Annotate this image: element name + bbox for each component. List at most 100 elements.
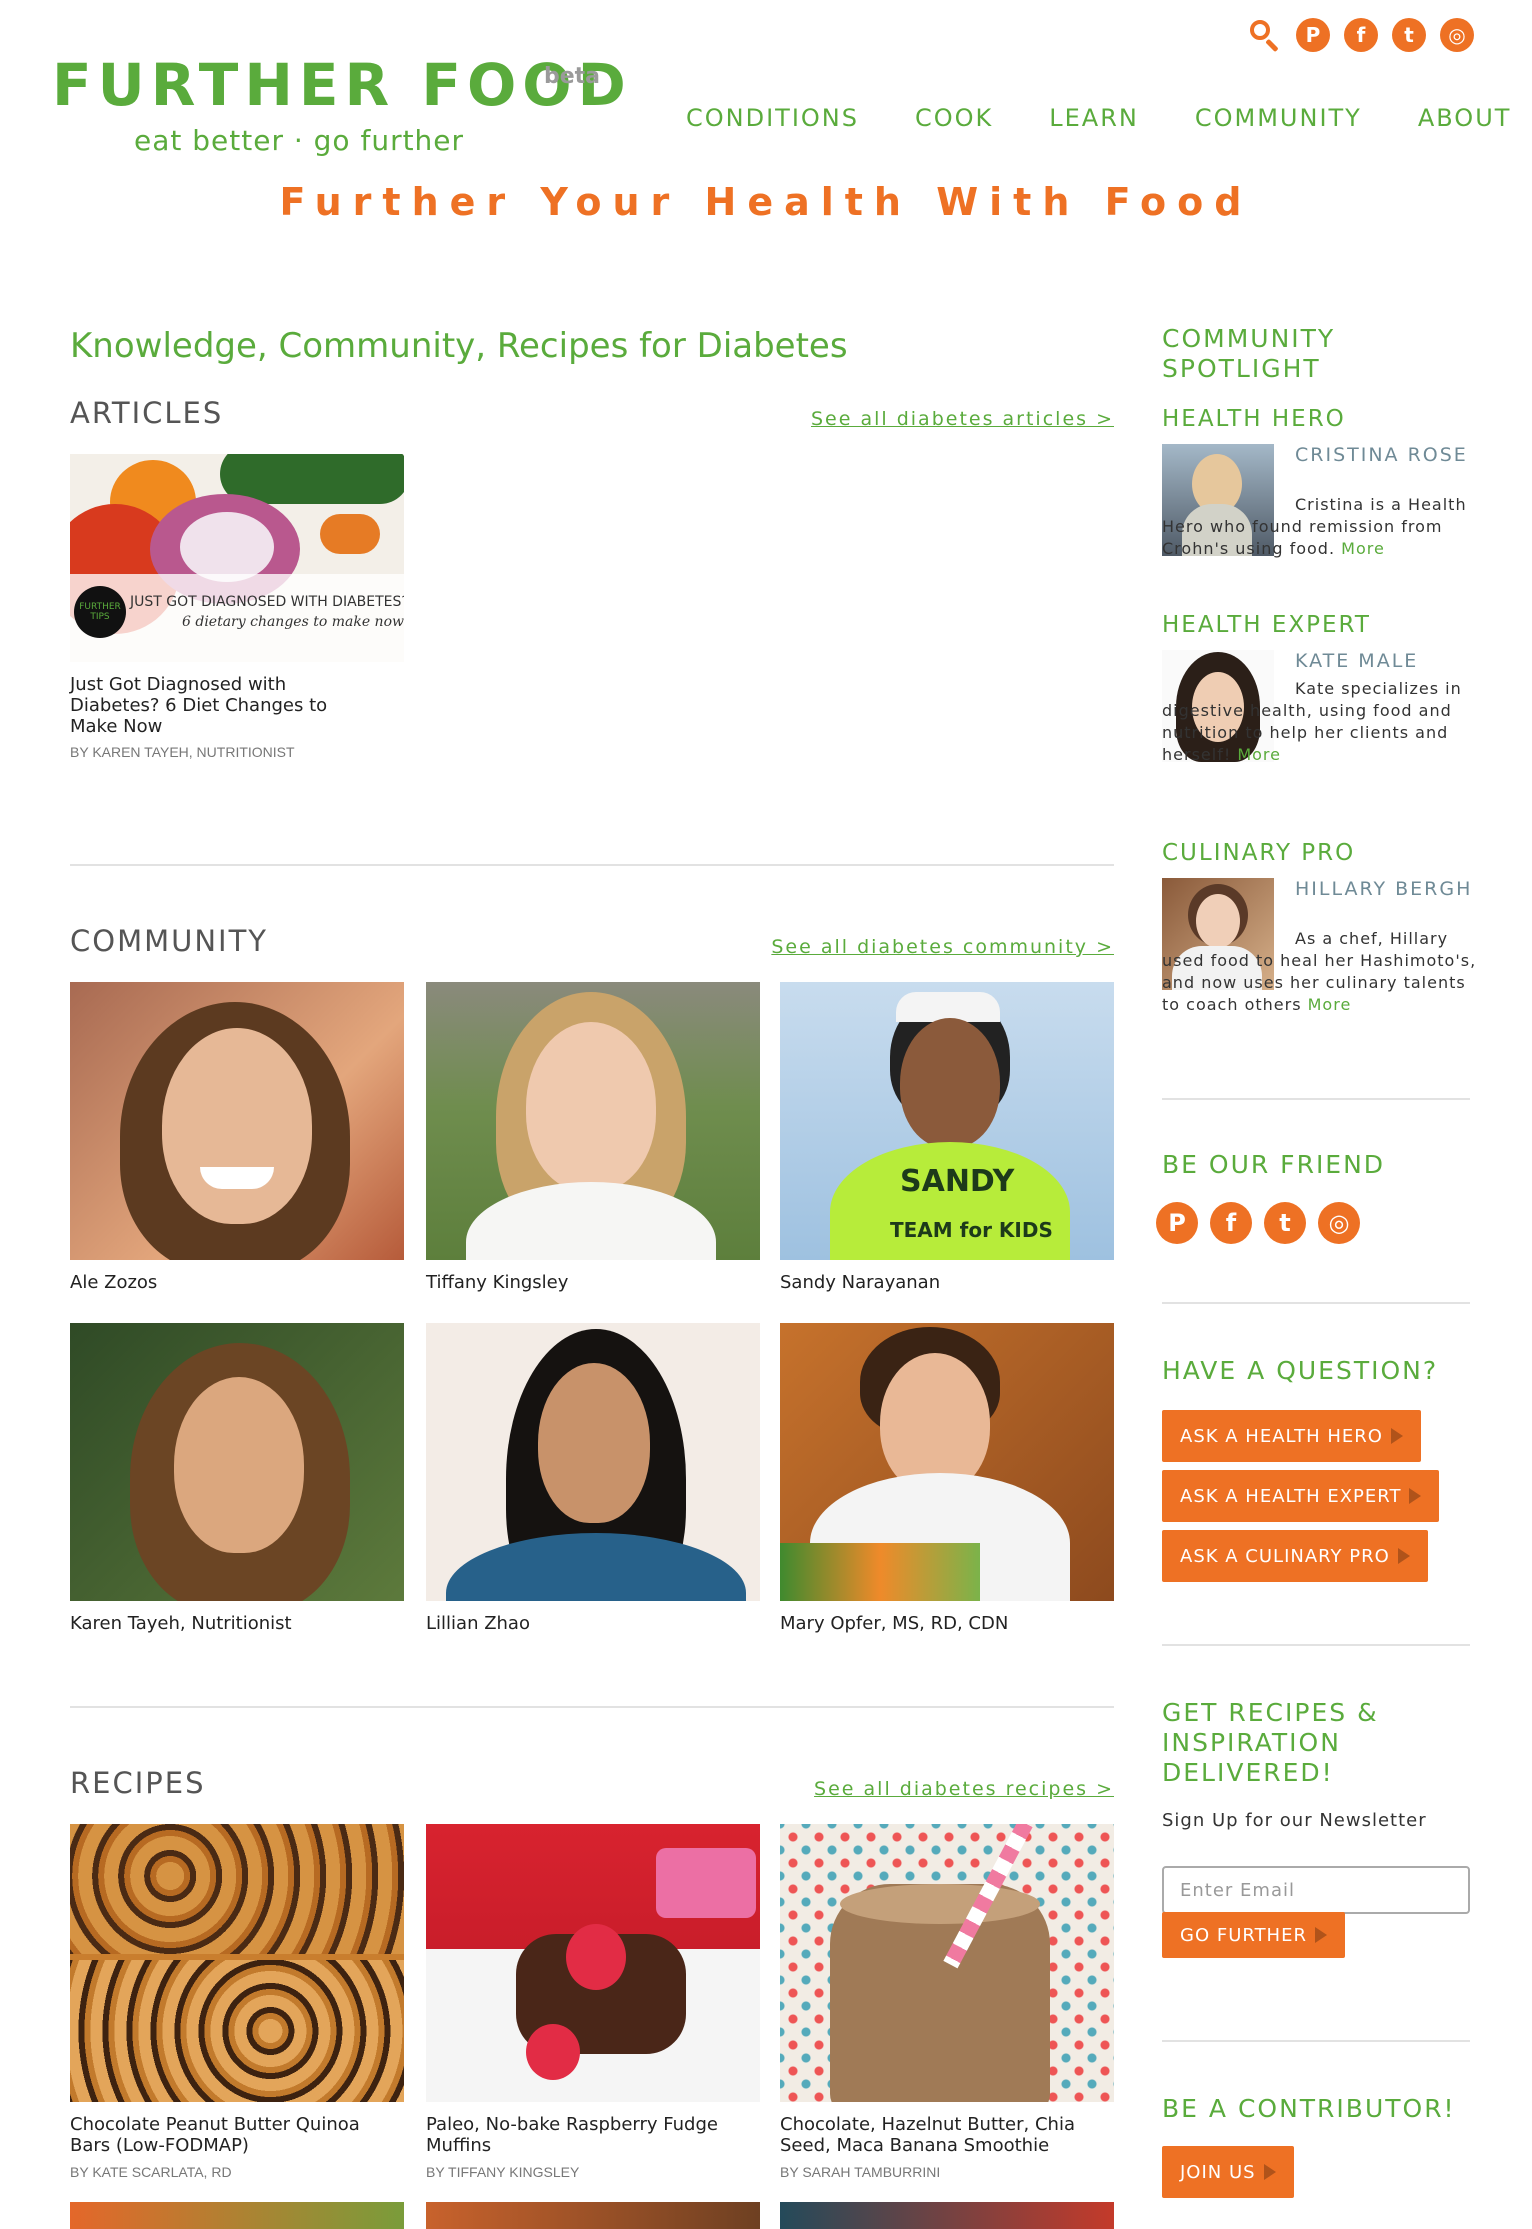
nav-about[interactable]: ABOUT xyxy=(1418,104,1512,132)
newsletter-subheading: Sign Up for our Newsletter xyxy=(1162,1810,1427,1831)
nav-learn[interactable]: LEARN xyxy=(1049,104,1139,132)
health-hero-bio: Cristina is a Health Hero who found remi… xyxy=(1162,494,1482,560)
facebook-icon[interactable]: f xyxy=(1344,18,1378,52)
member-name[interactable]: Tiffany Kingsley xyxy=(426,1272,568,1293)
see-all-articles-link[interactable]: See all diabetes articles > xyxy=(811,408,1114,430)
beta-label: beta xyxy=(544,64,601,89)
play-arrow-icon xyxy=(1397,1548,1410,1564)
culinary-pro-label: CULINARY PRO xyxy=(1162,840,1356,866)
health-expert-more-link[interactable]: More xyxy=(1237,745,1281,764)
health-expert-label: HEALTH EXPERT xyxy=(1162,612,1371,638)
main-nav: CONDITIONS COOK LEARN COMMUNITY ABOUT xyxy=(686,104,1511,132)
health-hero-name[interactable]: CRISTINA ROSE xyxy=(1295,444,1475,466)
member-name[interactable]: Karen Tayeh, Nutritionist xyxy=(70,1613,292,1634)
article-overlay-subtitle: 6 dietary changes to make now xyxy=(182,614,404,630)
ask-health-hero-label: ASK A HEALTH HERO xyxy=(1180,1425,1383,1447)
hero-tagline: Further Your Health With Food xyxy=(279,180,1253,224)
community-heading: COMMUNITY xyxy=(70,924,269,958)
member-name[interactable]: Ale Zozos xyxy=(70,1272,157,1293)
instagram-icon[interactable]: ◎ xyxy=(1318,1202,1360,1244)
article-byline: BY KAREN TAYEH, NUTRITIONIST xyxy=(70,744,295,760)
member-name[interactable]: Mary Opfer, MS, RD, CDN xyxy=(780,1613,1008,1634)
go-further-label: GO FURTHER xyxy=(1180,1924,1307,1946)
join-us-button[interactable]: JOIN US xyxy=(1162,2146,1294,2198)
see-all-community-link[interactable]: See all diabetes community > xyxy=(771,936,1114,958)
culinary-pro-bio: As a chef, Hillary used food to heal her… xyxy=(1162,928,1482,1016)
health-expert-name[interactable]: KATE MALE xyxy=(1295,650,1475,672)
play-arrow-icon xyxy=(1314,1927,1327,1943)
site-logo[interactable]: FURTHER FOOD beta eat better · go furthe… xyxy=(52,56,632,157)
section-divider xyxy=(70,864,1114,866)
ask-culinary-pro-label: ASK A CULINARY PRO xyxy=(1180,1545,1390,1567)
page-title: Knowledge, Community, Recipes for Diabet… xyxy=(70,326,848,366)
facebook-icon[interactable]: f xyxy=(1210,1202,1252,1244)
twitter-icon[interactable]: t xyxy=(1264,1202,1306,1244)
article-overlay-title: JUST GOT DIAGNOSED WITH DIABETES? xyxy=(130,594,404,610)
search-icon[interactable] xyxy=(1248,18,1282,53)
ask-culinary-pro-button[interactable]: ASK A CULINARY PRO xyxy=(1162,1530,1428,1582)
recipe-byline: BY SARAH TAMBURRINI xyxy=(780,2164,941,2180)
health-hero-label: HEALTH HERO xyxy=(1162,406,1346,432)
nav-community[interactable]: COMMUNITY xyxy=(1195,104,1362,132)
sidebar-divider xyxy=(1162,1098,1470,1100)
ask-health-expert-label: ASK A HEALTH EXPERT xyxy=(1180,1485,1402,1507)
have-a-question-heading: HAVE A QUESTION? xyxy=(1162,1356,1439,1385)
be-our-friend-heading: BE OUR FRIEND xyxy=(1162,1150,1386,1179)
ask-health-expert-button[interactable]: ASK A HEALTH EXPERT xyxy=(1162,1470,1440,1522)
recipe-byline: BY KATE SCARLATA, RD xyxy=(70,2164,232,2180)
sidebar-divider xyxy=(1162,1302,1470,1304)
health-hero-more-link[interactable]: More xyxy=(1341,539,1385,558)
recipe-image[interactable] xyxy=(426,2202,760,2229)
health-expert-bio: Kate specializes in digestive health, us… xyxy=(1162,678,1482,766)
health-hero-text: Cristina is a Health Hero who found remi… xyxy=(1162,495,1467,558)
further-tips-badge: FURTHER TIPS xyxy=(74,586,126,638)
member-photo[interactable] xyxy=(426,982,760,1260)
newsletter-heading: GET RECIPES & INSPIRATION DELIVERED! xyxy=(1162,1698,1379,1787)
recipe-image[interactable] xyxy=(780,1824,1114,2102)
recipe-image[interactable] xyxy=(70,2202,404,2229)
go-further-button[interactable]: GO FURTHER xyxy=(1162,1912,1345,1958)
ask-health-hero-button[interactable]: ASK A HEALTH HERO xyxy=(1162,1410,1421,1462)
recipe-caption[interactable]: Chocolate Peanut Butter Quinoa Bars (Low… xyxy=(70,2114,370,2156)
section-divider xyxy=(70,1706,1114,1708)
member-photo[interactable] xyxy=(780,1323,1114,1601)
nav-conditions[interactable]: CONDITIONS xyxy=(686,104,859,132)
article-caption[interactable]: Just Got Diagnosed with Diabetes? 6 Diet… xyxy=(70,674,370,737)
sidebar-divider xyxy=(1162,2040,1470,2042)
instagram-icon[interactable]: ◎ xyxy=(1440,18,1474,52)
nav-cook[interactable]: COOK xyxy=(915,104,993,132)
recipe-caption[interactable]: Paleo, No-bake Raspberry Fudge Muffins xyxy=(426,2114,726,2156)
email-field[interactable] xyxy=(1162,1866,1470,1914)
sidebar-divider xyxy=(1162,1644,1470,1646)
see-all-recipes-link[interactable]: See all diabetes recipes > xyxy=(814,1778,1114,1800)
recipe-caption[interactable]: Chocolate, Hazelnut Butter, Chia Seed, M… xyxy=(780,2114,1080,2156)
recipes-heading: RECIPES xyxy=(70,1766,206,1800)
member-name[interactable]: Sandy Narayanan xyxy=(780,1272,940,1293)
play-arrow-icon xyxy=(1409,1488,1422,1504)
health-expert-text: Kate specializes in digestive health, us… xyxy=(1162,679,1462,764)
member-photo[interactable]: SANDY TEAM for KIDS xyxy=(780,982,1114,1260)
shirt-text: SANDY xyxy=(900,1164,1015,1199)
recipe-byline: BY TIFFANY KINGSLEY xyxy=(426,2164,580,2180)
header-social-icons: P f t ◎ xyxy=(1248,18,1474,53)
culinary-pro-more-link[interactable]: More xyxy=(1308,995,1352,1014)
articles-heading: ARTICLES xyxy=(70,396,224,430)
article-image[interactable]: FURTHER TIPS JUST GOT DIAGNOSED WITH DIA… xyxy=(70,454,404,662)
member-photo[interactable] xyxy=(70,1323,404,1601)
twitter-icon[interactable]: t xyxy=(1392,18,1426,52)
pinterest-icon[interactable]: P xyxy=(1156,1202,1198,1244)
logo-tagline: eat better · go further xyxy=(134,124,465,157)
recipe-image[interactable] xyxy=(70,1824,404,2102)
join-us-label: JOIN US xyxy=(1180,2161,1256,2183)
member-photo[interactable] xyxy=(70,982,404,1260)
member-name[interactable]: Lillian Zhao xyxy=(426,1613,530,1634)
shirt-text-team: TEAM for KIDS xyxy=(890,1218,1053,1242)
pinterest-icon[interactable]: P xyxy=(1296,18,1330,52)
be-a-contributor-heading: BE A CONTRIBUTOR! xyxy=(1162,2094,1456,2123)
play-arrow-icon xyxy=(1263,2164,1276,2180)
culinary-pro-name[interactable]: HILLARY BERGH xyxy=(1295,878,1475,900)
recipe-image[interactable] xyxy=(780,2202,1114,2229)
sidebar-social-icons: P f t ◎ xyxy=(1156,1202,1360,1244)
member-photo[interactable] xyxy=(426,1323,760,1601)
recipe-image[interactable] xyxy=(426,1824,760,2102)
